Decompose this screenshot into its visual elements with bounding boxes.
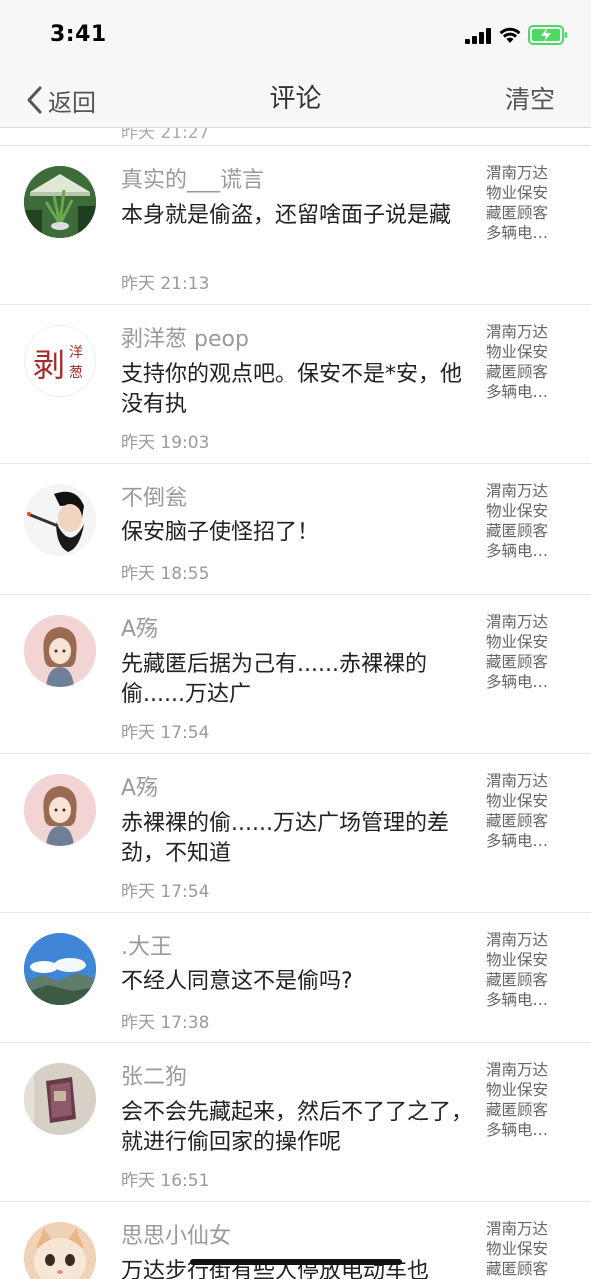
comment-item[interactable]: 真实的___谎言 本身就是偷盗，还留啥面子说是藏 昨天 21:13 渭南万达 物… <box>0 146 591 305</box>
username[interactable]: 思思小仙女 <box>121 1218 231 1250</box>
avatar-cartoon-girl-image <box>24 774 96 846</box>
article-reference[interactable]: 渭南万达 物业保安 藏匿顾客 多辆电… <box>486 771 562 851</box>
username[interactable]: 不倒瓮 <box>121 480 187 512</box>
article-reference[interactable]: 渭南万达 物业保安 藏匿顾客 多辆电… <box>486 612 562 692</box>
comment-text: 不经人同意这不是偷吗? <box>121 969 353 994</box>
status-time: 3:41 <box>50 22 107 47</box>
article-reference[interactable]: 渭南万达 物业保安 藏匿顾客 多辆电… <box>486 322 562 402</box>
article-reference[interactable]: 渭南万达 物业保安 藏匿顾客 多辆电… <box>486 163 562 243</box>
username[interactable]: 剥洋葱 peop <box>121 321 249 353</box>
home-indicator[interactable] <box>190 1259 402 1265</box>
comment-item[interactable]: A殇 先藏匿后据为己有......赤裸裸的偷......万达广 昨天 17:54… <box>0 595 591 754</box>
comment-text: 支持你的观点吧。保安不是*安，他没有执 <box>121 362 463 417</box>
comment-text: 保安脑子使怪招了！ <box>121 520 320 545</box>
comment-time: 昨天 17:54 <box>121 723 210 743</box>
clear-button[interactable]: 清空 <box>505 80 555 116</box>
avatar-char: 洋 <box>69 345 83 361</box>
comment-time: 昨天 19:03 <box>121 433 210 453</box>
status-bar: 3:41 <box>0 0 591 70</box>
battery-charging-icon <box>528 25 567 45</box>
comment-time: 昨天 17:38 <box>121 1013 210 1033</box>
avatar[interactable] <box>24 1222 96 1279</box>
comment-time: 昨天 21:13 <box>121 274 210 294</box>
avatar-char: 剥 <box>33 346 66 384</box>
article-reference[interactable]: 渭南万达 物业保安 藏匿顾客 多辆电… <box>486 1060 562 1140</box>
username[interactable]: .大王 <box>121 929 172 961</box>
comment-text: 会不会先藏起来，然后不了了之了，就进行偷回家的操作呢 <box>121 1100 474 1155</box>
username[interactable]: A殇 <box>121 770 158 802</box>
navigation-bar: 返回 评论 清空 <box>0 70 591 128</box>
comment-time: 昨天 18:55 <box>121 564 210 584</box>
article-reference[interactable]: 渭南万达 物业保安 藏匿顾客 多辆电… <box>486 1219 562 1279</box>
comment-item[interactable]: A殇 赤裸裸的偷......万达广场管理的差劲，不知道 昨天 17:54 渭南万… <box>0 754 591 913</box>
avatar-cartoon-girl-image <box>24 615 96 687</box>
username[interactable]: 真实的___谎言 <box>121 162 264 194</box>
avatar[interactable]: 剥 洋 葱 <box>24 325 96 397</box>
username[interactable]: 张二狗 <box>121 1059 187 1091</box>
avatar[interactable] <box>24 166 96 238</box>
avatar[interactable] <box>24 774 96 846</box>
avatar[interactable] <box>24 615 96 687</box>
avatar-photo-image <box>24 1063 96 1135</box>
comment-text: 赤裸裸的偷......万达广场管理的差劲，不知道 <box>121 811 449 866</box>
avatar[interactable] <box>24 484 96 556</box>
comment-item[interactable]: 剥 洋 葱 剥洋葱 peop 支持你的观点吧。保安不是*安，他没有执 昨天 19… <box>0 305 591 464</box>
comment-list[interactable]: 昨天 21:27 真实的___谎言 本身就是偷盗，还留啥面子说是藏 昨天 21:… <box>0 128 591 1279</box>
comment-text: 本身就是偷盗，还留啥面子说是藏 <box>121 203 452 228</box>
avatar-cat-image <box>24 1222 96 1279</box>
avatar-bearded-man-image <box>24 484 96 556</box>
page-title: 评论 <box>269 84 322 114</box>
comment-item[interactable]: 不倒瓮 保安脑子使怪招了！ 昨天 18:55 渭南万达 物业保安 藏匿顾客 多辆… <box>0 464 591 595</box>
avatar-char: 葱 <box>69 365 83 381</box>
avatar[interactable] <box>24 1063 96 1135</box>
comment-item[interactable]: .大王 不经人同意这不是偷吗? 昨天 17:38 渭南万达 物业保安 藏匿顾客 … <box>0 913 591 1043</box>
article-reference[interactable]: 渭南万达 物业保安 藏匿顾客 多辆电… <box>486 930 562 1010</box>
wifi-icon <box>499 27 521 43</box>
avatar-greenhouse-image <box>24 166 96 238</box>
comment-time: 昨天 21:27 <box>121 128 210 143</box>
comment-text: 先藏匿后据为己有......赤裸裸的偷......万达广 <box>121 652 427 707</box>
avatar[interactable] <box>24 933 96 1005</box>
article-reference[interactable]: 渭南万达 物业保安 藏匿顾客 多辆电… <box>486 481 562 561</box>
screen: 3:41 返回 评论 清空 昨天 21:27 真实的___谎言 本身就是偷盗，还… <box>0 0 591 1279</box>
cellular-signal-icon <box>465 28 491 44</box>
avatar-mountain-sky-image <box>24 933 96 1005</box>
comment-time: 昨天 16:51 <box>121 1171 210 1191</box>
username[interactable]: A殇 <box>121 611 158 643</box>
comment-item[interactable]: 张二狗 会不会先藏起来，然后不了了之了，就进行偷回家的操作呢 昨天 16:51 … <box>0 1043 591 1202</box>
comment-time: 昨天 17:54 <box>121 882 210 902</box>
comment-item[interactable]: 思思小仙女 万达步行街有些人停放电动车也 渭南万达 物业保安 藏匿顾客 多辆电… <box>0 1202 591 1279</box>
